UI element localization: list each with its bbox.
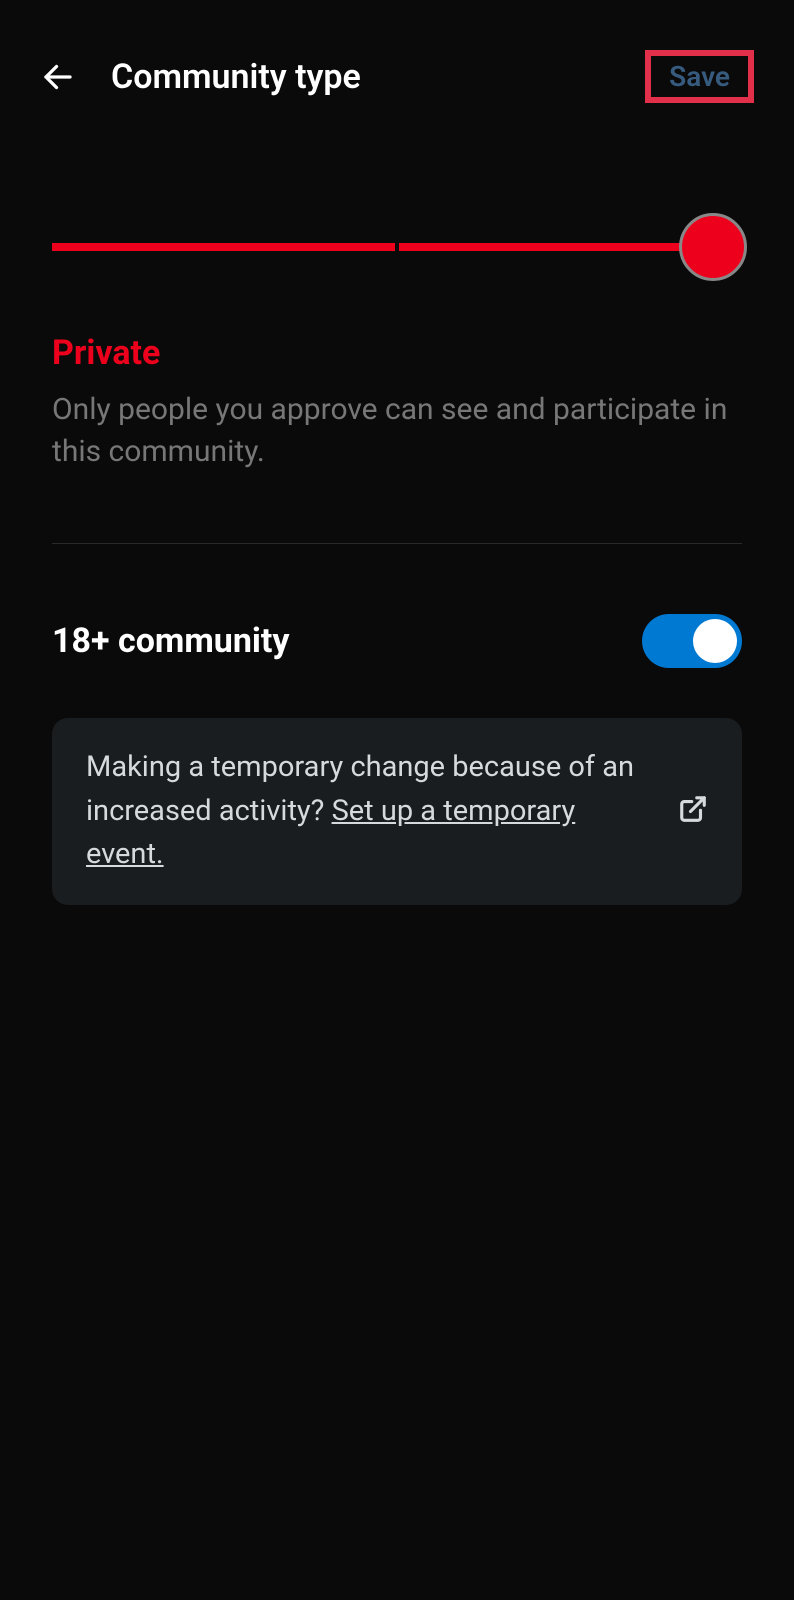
community-type-slider[interactable] (52, 213, 742, 283)
age-restriction-row: 18+ community (52, 614, 742, 668)
back-arrow-icon[interactable] (40, 59, 76, 95)
info-text: Making a temporary change because of an … (86, 746, 648, 877)
page-title: Community type (111, 57, 610, 97)
slider-thumb[interactable] (679, 213, 747, 281)
toggle-label: 18+ community (52, 621, 290, 661)
status-bar (0, 0, 794, 30)
info-box: Making a temporary change because of an … (52, 718, 742, 905)
divider (52, 543, 742, 544)
external-link-icon[interactable] (678, 794, 708, 828)
header: Community type Save (0, 30, 794, 123)
save-button[interactable]: Save (651, 56, 748, 97)
age-toggle-switch[interactable] (642, 614, 742, 668)
toggle-knob (693, 619, 737, 663)
selection-title: Private (52, 333, 742, 373)
selection-description: Only people you approve can see and part… (52, 389, 742, 473)
slider-segment (52, 243, 395, 251)
save-highlight-box: Save (645, 50, 754, 103)
content-area: Private Only people you approve can see … (0, 123, 794, 945)
slider-track (52, 243, 742, 251)
